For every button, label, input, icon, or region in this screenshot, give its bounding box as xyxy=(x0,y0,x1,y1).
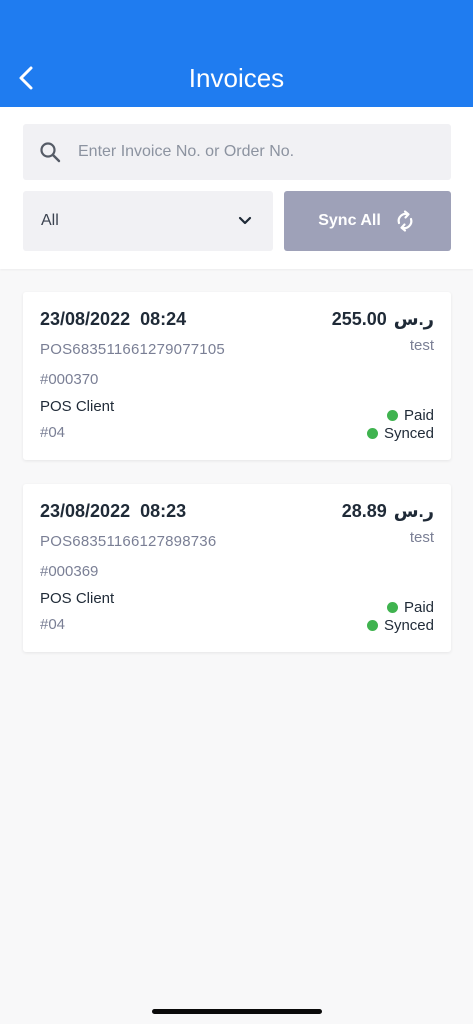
page-title: Invoices xyxy=(188,63,285,93)
invoice-amount-value: 28.89 xyxy=(341,501,387,521)
search-icon xyxy=(38,140,62,164)
search-box[interactable] xyxy=(23,124,451,180)
sync-all-button[interactable]: Sync All xyxy=(284,191,451,251)
invoices-screen: Invoices All Sync All xyxy=(0,0,473,1024)
status-select-value: All xyxy=(41,212,59,229)
filter-panel: All Sync All xyxy=(0,107,473,269)
invoice-datetime: 23/08/2022 08:23 xyxy=(40,501,187,521)
payment-status-badge: Paid xyxy=(386,599,434,616)
invoice-amount: 28.89 ر.س xyxy=(342,501,434,522)
payment-status-label: Paid xyxy=(403,407,434,424)
sync-status-badge: Synced xyxy=(366,425,434,442)
home-indicator xyxy=(152,1009,322,1014)
status-dot-icon xyxy=(366,620,378,631)
invoice-amount: 255.00 ر.س xyxy=(332,309,434,330)
invoice-client: POS Client xyxy=(40,398,115,415)
invoice-pos-number: POS683511661279077105 xyxy=(40,341,225,358)
payment-status-label: Paid xyxy=(403,599,434,616)
invoice-client: POS Client xyxy=(40,590,115,607)
invoice-currency: ر.س xyxy=(393,309,434,329)
invoice-number: #000370 xyxy=(40,371,99,388)
sync-status-label: Synced xyxy=(383,425,434,442)
sync-status-badge: Synced xyxy=(366,617,434,634)
app-header: Invoices xyxy=(0,0,473,107)
sync-status-label: Synced xyxy=(383,617,434,634)
invoice-note: test xyxy=(409,529,434,546)
invoice-card[interactable]: 23/08/2022 08:23 28.89 ر.س POS6835116612… xyxy=(23,484,451,652)
payment-status-badge: Paid xyxy=(386,407,434,424)
invoice-table: #04 xyxy=(40,424,66,441)
invoice-number: #000369 xyxy=(40,563,99,580)
invoice-datetime: 23/08/2022 08:24 xyxy=(40,309,187,329)
status-dot-icon xyxy=(386,410,398,421)
invoice-note: test xyxy=(409,337,434,354)
invoice-table: #04 xyxy=(40,616,66,633)
invoice-amount-value: 255.00 xyxy=(331,309,387,329)
chevron-down-icon xyxy=(237,213,253,229)
status-dot-icon xyxy=(386,602,398,613)
sync-all-label: Sync All xyxy=(318,212,381,229)
search-input[interactable] xyxy=(76,142,420,162)
status-select[interactable]: All xyxy=(23,191,273,251)
invoice-pos-number: POS68351166127898736 xyxy=(40,533,217,550)
status-dot-icon xyxy=(366,428,378,439)
invoice-currency: ر.س xyxy=(393,501,434,521)
invoice-card[interactable]: 23/08/2022 08:24 255.00 ر.س POS683511661… xyxy=(23,292,451,460)
sync-icon xyxy=(393,209,417,233)
